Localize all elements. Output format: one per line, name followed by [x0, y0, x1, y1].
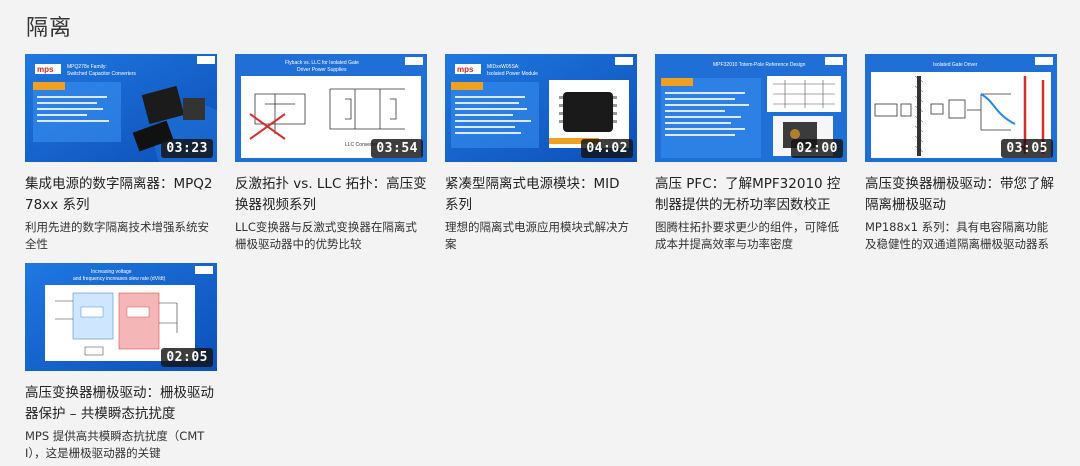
video-thumbnail[interactable]: mps MPQ278x Family: Switched Capacitor C…: [25, 54, 217, 162]
svg-text:mps: mps: [457, 65, 474, 74]
video-card[interactable]: Increasing voltage and frequency increas…: [25, 263, 217, 462]
video-card[interactable]: MPF32010 Totem-Pole Reference Design 02:…: [655, 54, 847, 253]
video-description: MP188x1 系列：具有电容隔离功能及稳健性的双通道隔离栅极驱动器系: [865, 220, 1049, 251]
video-description: 利用先进的数字隔离技术增强系统安全性: [25, 220, 209, 251]
svg-text:Flyback vs. LLC for Isolated G: Flyback vs. LLC for Isolated Gate: [285, 60, 359, 66]
video-duration: 03:54: [371, 139, 423, 158]
video-card[interactable]: Flyback vs. LLC for Isolated Gate Driver…: [235, 54, 427, 253]
video-title[interactable]: 高压 PFC：了解MPF32010 控制器提供的无桥功率因数校正: [655, 174, 847, 216]
svg-text:mps: mps: [37, 65, 54, 74]
video-card[interactable]: Isolated Gate Driver 03:05 高压变换器栅极驱动：带您了…: [865, 54, 1057, 253]
svg-text:MPQ278x Family:: MPQ278x Family:: [67, 64, 107, 70]
svg-text:Increasing voltage: Increasing voltage: [91, 269, 132, 275]
svg-text:Driver Power Supplies: Driver Power Supplies: [297, 67, 347, 73]
svg-text:Isolated Power Module: Isolated Power Module: [487, 71, 538, 77]
video-thumbnail[interactable]: MPF32010 Totem-Pole Reference Design 02:…: [655, 54, 847, 162]
section-title: 隔离: [26, 16, 73, 41]
video-description: 图腾柱拓扑要求更少的组件，可降低成本并提高效率与功率密度: [655, 220, 839, 251]
video-duration: 04:02: [581, 139, 633, 158]
video-description: LLC变换器与反激式变换器在隔离式栅极驱动器中的优势比较: [235, 220, 417, 251]
svg-text:Switched Capacitor Converters: Switched Capacitor Converters: [67, 71, 136, 77]
video-duration: 02:05: [161, 348, 213, 367]
video-title[interactable]: 高压变换器栅极驱动：带您了解隔离栅极驱动: [865, 174, 1057, 216]
video-thumbnail[interactable]: mps MIDxxW05SA: Isolated Power Module 04…: [445, 54, 637, 162]
svg-text:MIDxxW05SA:: MIDxxW05SA:: [487, 64, 520, 70]
video-thumbnail[interactable]: Flyback vs. LLC for Isolated Gate Driver…: [235, 54, 427, 162]
video-duration: 03:23: [161, 139, 213, 158]
video-description: 理想的隔离式电源应用模块式解决方案: [445, 220, 629, 251]
svg-text:and frequency increases slew r: and frequency increases slew rate (dV/dt…: [73, 276, 166, 282]
video-duration: 02:00: [791, 139, 843, 158]
video-thumbnail[interactable]: Isolated Gate Driver 03:05: [865, 54, 1057, 162]
video-description: MPS 提供高共模瞬态抗扰度（CMTI），这是栅极驱动器的关键: [25, 429, 205, 460]
video-card[interactable]: mps MIDxxW05SA: Isolated Power Module 04…: [445, 54, 637, 253]
svg-text:Isolated Gate Driver: Isolated Gate Driver: [933, 62, 978, 68]
video-card[interactable]: mps MPQ278x Family: Switched Capacitor C…: [25, 54, 217, 253]
video-title[interactable]: 反激拓扑 vs. LLC 拓扑：高压变换器视频系列: [235, 174, 427, 216]
video-duration: 03:05: [1001, 139, 1053, 158]
video-title[interactable]: 紧凑型隔离式电源模块：MID 系列: [445, 174, 637, 216]
svg-text:MPF32010 Totem-Pole Reference: MPF32010 Totem-Pole Reference Design: [713, 62, 806, 68]
video-title[interactable]: 集成电源的数字隔离器：MPQ278xx 系列: [25, 174, 217, 216]
video-title[interactable]: 高压变换器栅极驱动：栅极驱动器保护 – 共模瞬态抗扰度: [25, 383, 217, 425]
video-thumbnail[interactable]: Increasing voltage and frequency increas…: [25, 263, 217, 371]
